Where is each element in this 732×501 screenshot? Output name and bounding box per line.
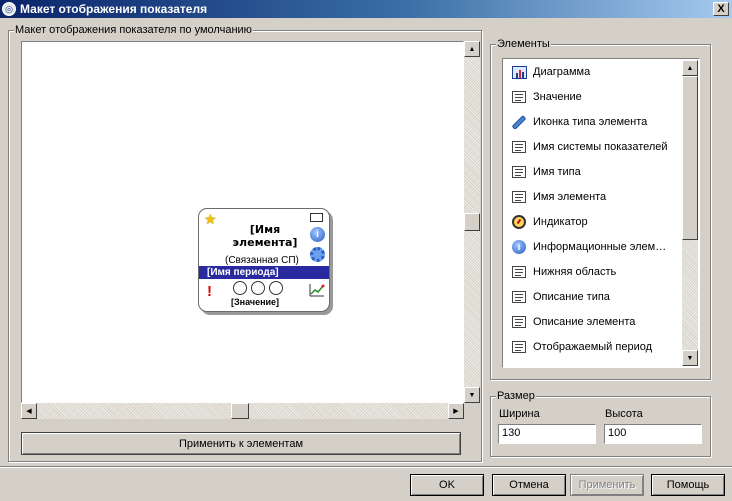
info-icon: i: [511, 239, 527, 255]
cancel-button[interactable]: Отмена: [492, 474, 566, 496]
list-item[interactable]: Индикатор: [511, 212, 681, 232]
elements-list-scrollbar[interactable]: ▲ ▼: [682, 60, 698, 366]
elements-group-label: Элементы: [496, 38, 551, 50]
elements-list[interactable]: Диаграмма Значение Иконка типа элемента …: [502, 58, 700, 368]
scroll-up-arrow-icon[interactable]: ▲: [464, 41, 480, 57]
canvas-vertical-scrollbar[interactable]: ▲ ▼: [464, 41, 480, 403]
apply-to-elements-button[interactable]: Применить к элементам: [21, 432, 461, 455]
footer-divider: [0, 466, 732, 468]
status-circle: [233, 281, 247, 295]
list-item-label: Иконка типа элемента: [533, 116, 648, 128]
star-icon: ★: [204, 211, 217, 227]
field-icon: [511, 264, 527, 280]
scroll-thumb[interactable]: [682, 76, 698, 240]
list-item-label: Отображаемый период: [533, 341, 653, 353]
list-item[interactable]: Значение: [511, 87, 681, 107]
window-title: Макет отображения показателя: [20, 2, 208, 16]
chart-icon: [511, 64, 527, 80]
scroll-left-arrow-icon[interactable]: ◀: [21, 403, 37, 419]
status-circle: [251, 281, 265, 295]
card-element-name: [Имя элемента]: [232, 223, 298, 249]
list-item-label: Нижняя область: [533, 266, 617, 278]
list-item[interactable]: Имя системы показателей: [511, 137, 681, 157]
scroll-down-arrow-icon[interactable]: ▼: [464, 387, 480, 403]
list-item-label: Значение: [533, 91, 582, 103]
gear-icon: [310, 247, 325, 262]
close-button[interactable]: X: [713, 2, 729, 16]
field-icon: [511, 339, 527, 355]
help-button[interactable]: Помощь: [651, 474, 725, 496]
scroll-up-arrow-icon[interactable]: ▲: [682, 60, 698, 76]
scroll-thumb[interactable]: [231, 403, 249, 419]
list-item[interactable]: Имя типа: [511, 162, 681, 182]
list-item-label: Имя системы показателей: [533, 141, 668, 153]
list-item-label: Описание типа: [533, 291, 610, 303]
list-item[interactable]: Описание элемента: [511, 312, 681, 332]
list-item-label: Индикатор: [533, 216, 588, 228]
size-group-label: Размер: [496, 390, 536, 402]
scroll-thumb[interactable]: [464, 213, 480, 231]
default-layout-group-label: Макет отображения показателя по умолчани…: [14, 24, 253, 36]
list-item-label: Имя типа: [533, 166, 581, 178]
list-item[interactable]: Описание типа: [511, 287, 681, 307]
list-item[interactable]: Имя элемента: [511, 187, 681, 207]
list-item-label: Информационные элем…: [533, 241, 667, 253]
layout-canvas[interactable]: ★ i [Имя элемента] (Связанная СП) [Имя п…: [21, 41, 464, 403]
indicator-card-preview[interactable]: ★ i [Имя элемента] (Связанная СП) [Имя п…: [198, 208, 330, 312]
scroll-right-arrow-icon[interactable]: ▶: [448, 403, 464, 419]
card-value: [Значение]: [231, 297, 280, 307]
trend-chart-icon: [309, 284, 325, 297]
envelope-icon: [310, 213, 323, 222]
field-icon: [511, 89, 527, 105]
list-item[interactable]: Отображаемый период: [511, 337, 681, 357]
ok-button[interactable]: OK: [410, 474, 484, 496]
app-icon: ◎: [2, 2, 16, 16]
list-item-label: Имя элемента: [533, 191, 607, 203]
title-bar: ◎ Макет отображения показателя X: [0, 0, 732, 18]
field-icon: [511, 189, 527, 205]
list-item[interactable]: Диаграмма: [511, 62, 681, 82]
list-item[interactable]: Иконка типа элемента: [511, 112, 681, 132]
gauge-icon: [511, 214, 527, 230]
height-label: Высота: [605, 408, 643, 420]
pencil-icon: [511, 114, 527, 130]
card-related-scorecard: (Связанная СП): [225, 255, 299, 266]
height-input[interactable]: 100: [604, 424, 702, 444]
scroll-down-arrow-icon[interactable]: ▼: [682, 350, 698, 366]
list-item[interactable]: Нижняя область: [511, 262, 681, 282]
width-label: Ширина: [499, 408, 540, 420]
field-icon: [511, 314, 527, 330]
list-item-label: Диаграмма: [533, 66, 591, 78]
info-icon: i: [310, 227, 325, 242]
card-period-name: [Имя периода]: [199, 266, 329, 279]
exclamation-icon: !: [207, 283, 212, 300]
apply-button[interactable]: Применить: [570, 474, 644, 496]
card-status-circles: [233, 281, 283, 295]
field-icon: [511, 289, 527, 305]
list-item-label: Описание элемента: [533, 316, 636, 328]
status-circle: [269, 281, 283, 295]
field-icon: [511, 139, 527, 155]
field-icon: [511, 164, 527, 180]
width-input[interactable]: 130: [498, 424, 596, 444]
list-item[interactable]: i Информационные элем…: [511, 237, 681, 257]
canvas-horizontal-scrollbar[interactable]: ◀ ▶: [21, 403, 464, 419]
